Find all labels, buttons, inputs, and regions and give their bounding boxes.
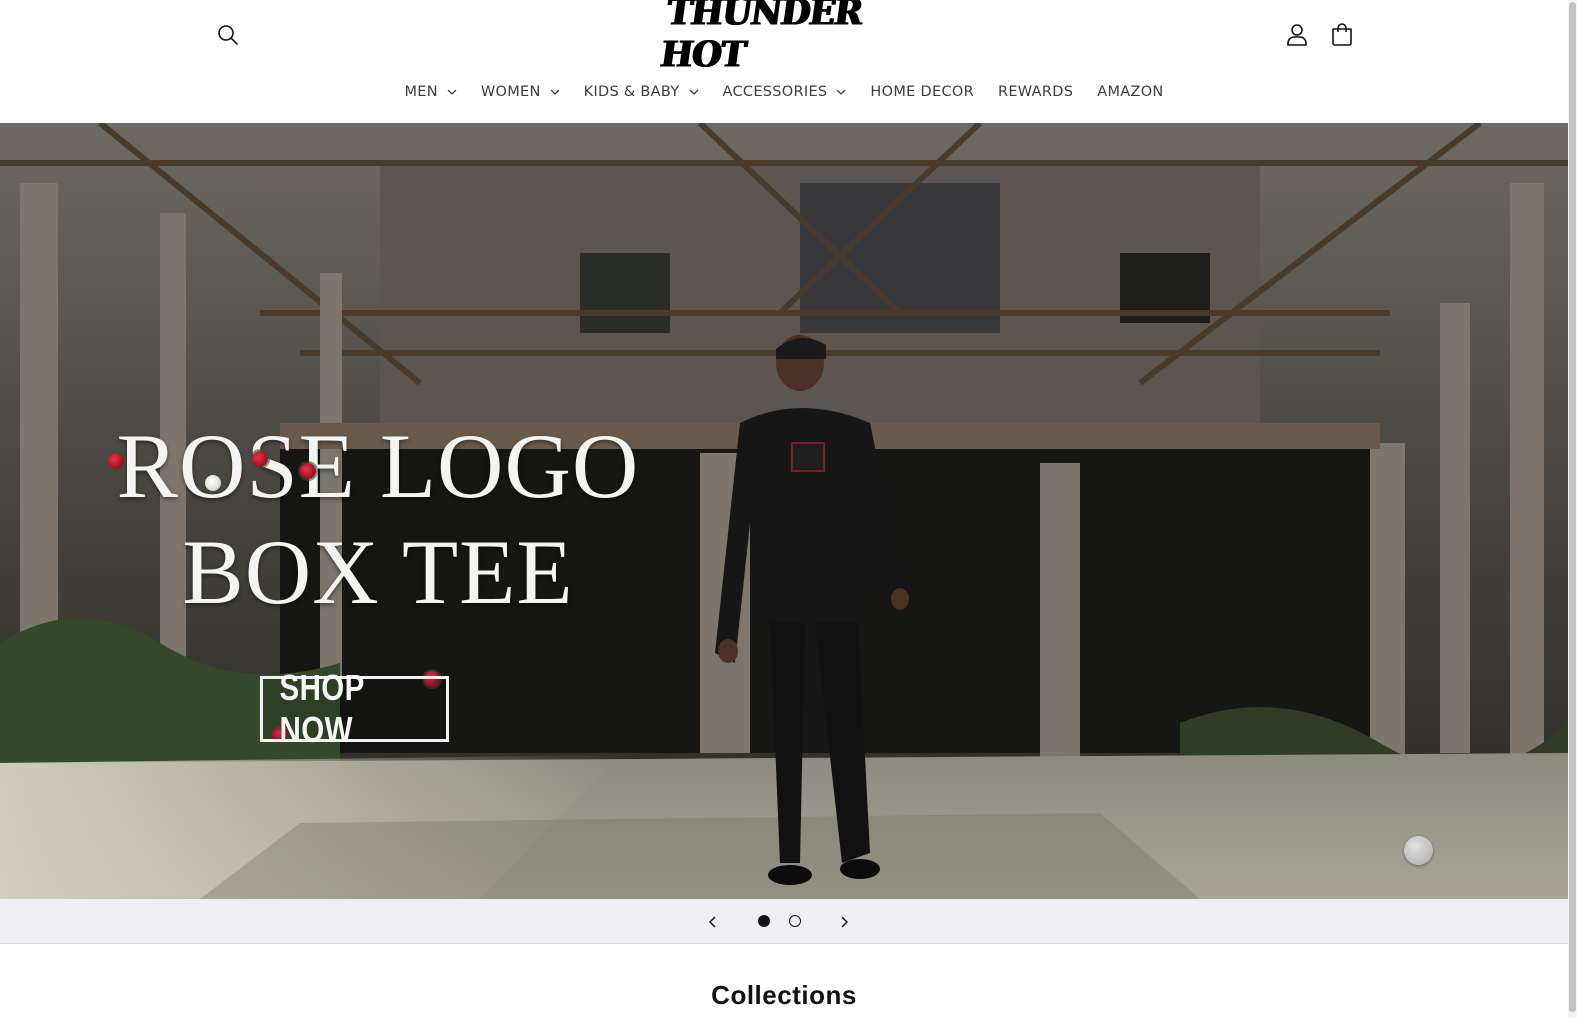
shop-now-button[interactable]: SHOP NOW <box>260 667 449 750</box>
hero-title: ROSE LOGO BOX TEE <box>98 413 658 625</box>
nav-item-label: HOME DECOR <box>870 84 974 100</box>
nav-item-label: WOMEN <box>480 84 541 100</box>
nav-item-label: ACCESSORIES <box>722 84 828 100</box>
search-icon <box>218 25 238 45</box>
rose-decoration <box>108 453 124 469</box>
nav-item-women[interactable]: WOMEN <box>469 84 572 100</box>
hero-title-line-2: BOX TEE <box>182 521 574 623</box>
search-button[interactable] <box>208 15 248 55</box>
rose-decoration <box>205 475 221 491</box>
rose-decoration <box>252 451 268 467</box>
nav-item-label: MEN <box>404 84 438 100</box>
nav-item-rewards[interactable]: REWARDS <box>986 84 1085 100</box>
cart-icon <box>1332 23 1352 46</box>
chevron-down-icon <box>550 89 560 95</box>
chevron-down-icon <box>836 89 846 95</box>
scrollbar-thumb[interactable] <box>1569 2 1576 1012</box>
site-logo[interactable]: THUNDER HOT <box>658 0 896 76</box>
nav-item-kids-baby[interactable]: KIDS & BABY <box>572 84 711 100</box>
shop-now-label: SHOP NOW <box>279 667 365 750</box>
page-scrollbar[interactable] <box>1568 0 1577 1018</box>
nav-item-home-decor[interactable]: HOME DECOR <box>858 84 986 100</box>
chevron-left-icon <box>709 916 716 928</box>
account-icon <box>1287 24 1307 46</box>
slideshow-controls <box>0 899 1568 944</box>
account-button[interactable] <box>1277 15 1317 55</box>
chevron-right-icon <box>841 916 848 928</box>
hero-title-line-1: ROSE LOGO <box>116 415 640 517</box>
chat-widget-button[interactable] <box>1404 836 1433 865</box>
slide-dot-1-active[interactable] <box>758 915 770 927</box>
rose-decoration <box>300 463 316 479</box>
nav-item-accessories[interactable]: ACCESSORIES <box>711 84 859 100</box>
logo-text: THUNDER HOT <box>658 0 865 76</box>
nav-item-label: KIDS & BABY <box>583 84 680 100</box>
next-slide-button[interactable] <box>829 907 859 937</box>
site-header: THUNDER HOT MEN WOMEN KIDS & BABY ACCESS… <box>0 0 1568 123</box>
chevron-down-icon <box>447 89 457 95</box>
previous-slide-button[interactable] <box>698 907 728 937</box>
hero-slideshow: ROSE LOGO BOX TEE SHOP NOW <box>0 123 1568 899</box>
nav-item-men[interactable]: MEN <box>392 84 468 100</box>
slide-dot-2[interactable] <box>789 915 801 927</box>
nav-item-label: REWARDS <box>997 84 1074 100</box>
nav-item-label: AMAZON <box>1097 84 1164 100</box>
nav-item-amazon[interactable]: AMAZON <box>1085 84 1175 100</box>
chevron-down-icon <box>689 89 699 95</box>
cart-button[interactable] <box>1322 15 1362 55</box>
main-navigation: MEN WOMEN KIDS & BABY ACCESSORIES HOME D… <box>0 78 1568 106</box>
collections-heading: Collections <box>711 980 857 1010</box>
